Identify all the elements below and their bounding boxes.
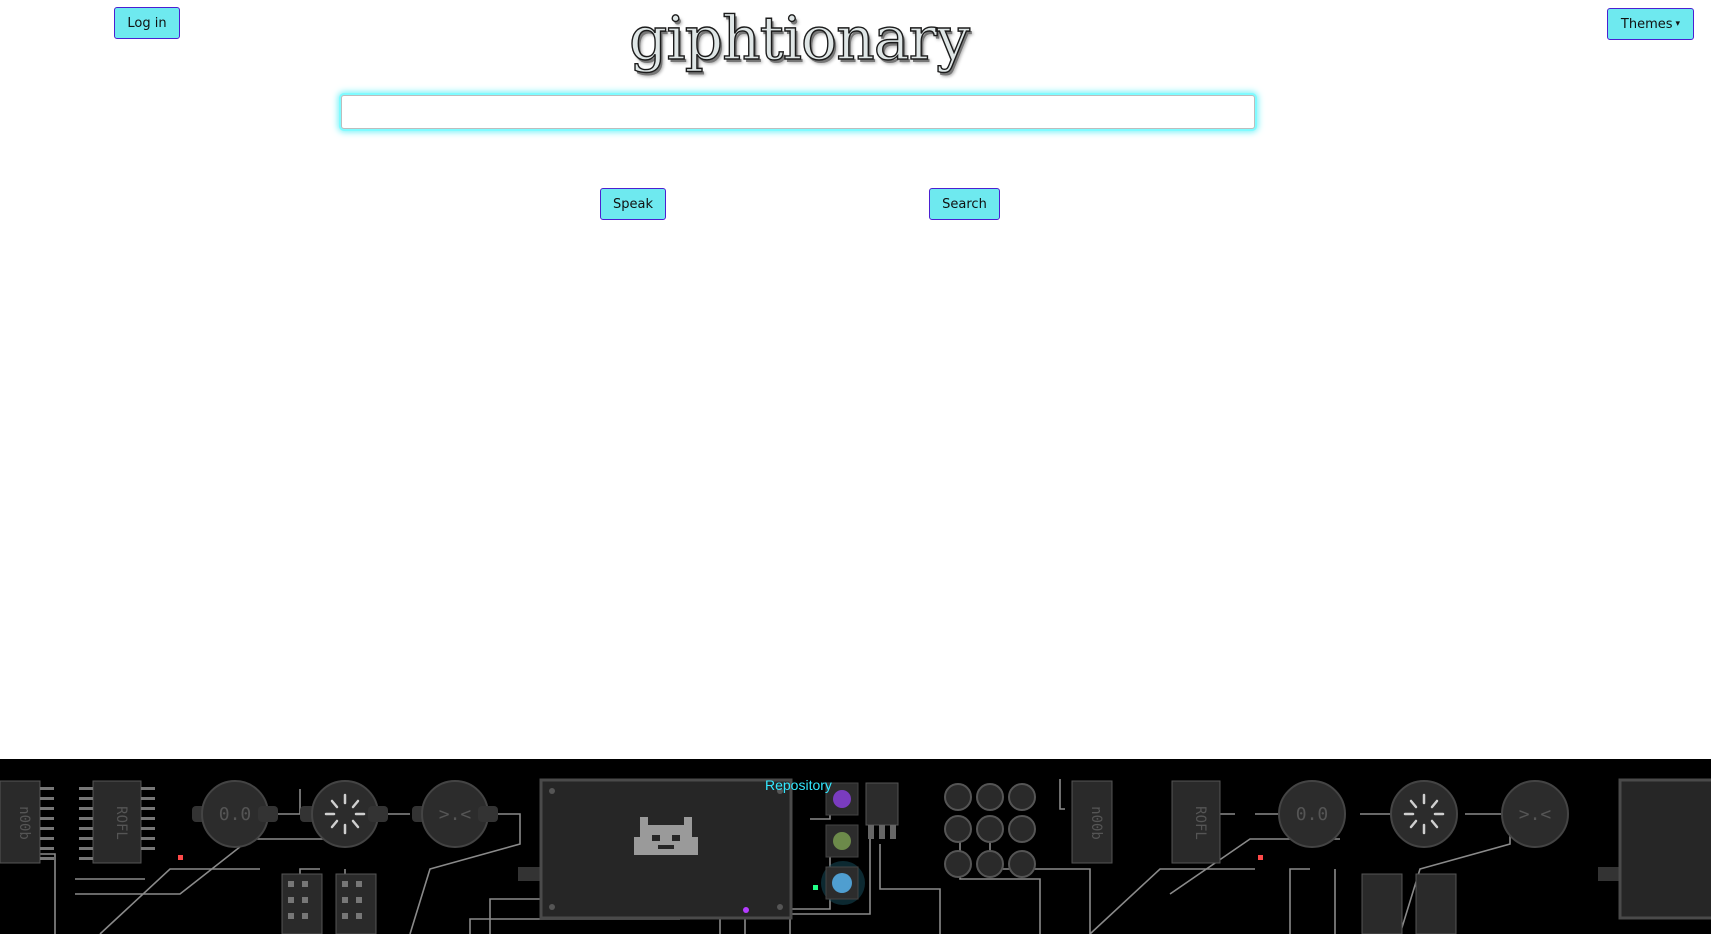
themes-dropdown-button[interactable]: Themes ▾ bbox=[1607, 8, 1694, 40]
chip-label: ROFL bbox=[113, 806, 129, 840]
search-button[interactable]: Search bbox=[929, 188, 1000, 220]
chip-label: >.< bbox=[1519, 804, 1552, 825]
circuit-board-art: n00b ROFL 0.0 >.< n00b ROFL 0.0 >.< bbox=[0, 778, 1711, 934]
chip-label: ROFL bbox=[1192, 806, 1208, 840]
chip-label: >.< bbox=[439, 804, 472, 825]
chip-label: 0.0 bbox=[1296, 804, 1329, 825]
chip-label: n00b bbox=[1088, 806, 1104, 840]
chip-label: 0.0 bbox=[219, 804, 252, 825]
chip-label: n00b bbox=[16, 806, 32, 840]
site-logo: giphtionary bbox=[628, 3, 970, 74]
repository-link[interactable]: Repository bbox=[765, 777, 832, 793]
footer-circuit-board: n00b ROFL 0.0 >.< n00b ROFL 0.0 >.< Repo… bbox=[0, 759, 1711, 934]
caret-down-icon: ▾ bbox=[1675, 18, 1681, 29]
page: Log in giphtionary Themes ▾ Speak Search bbox=[0, 0, 1711, 934]
search-input[interactable] bbox=[341, 95, 1255, 129]
themes-label: Themes bbox=[1620, 16, 1673, 32]
login-button[interactable]: Log in bbox=[114, 7, 180, 39]
speak-button[interactable]: Speak bbox=[600, 188, 666, 220]
